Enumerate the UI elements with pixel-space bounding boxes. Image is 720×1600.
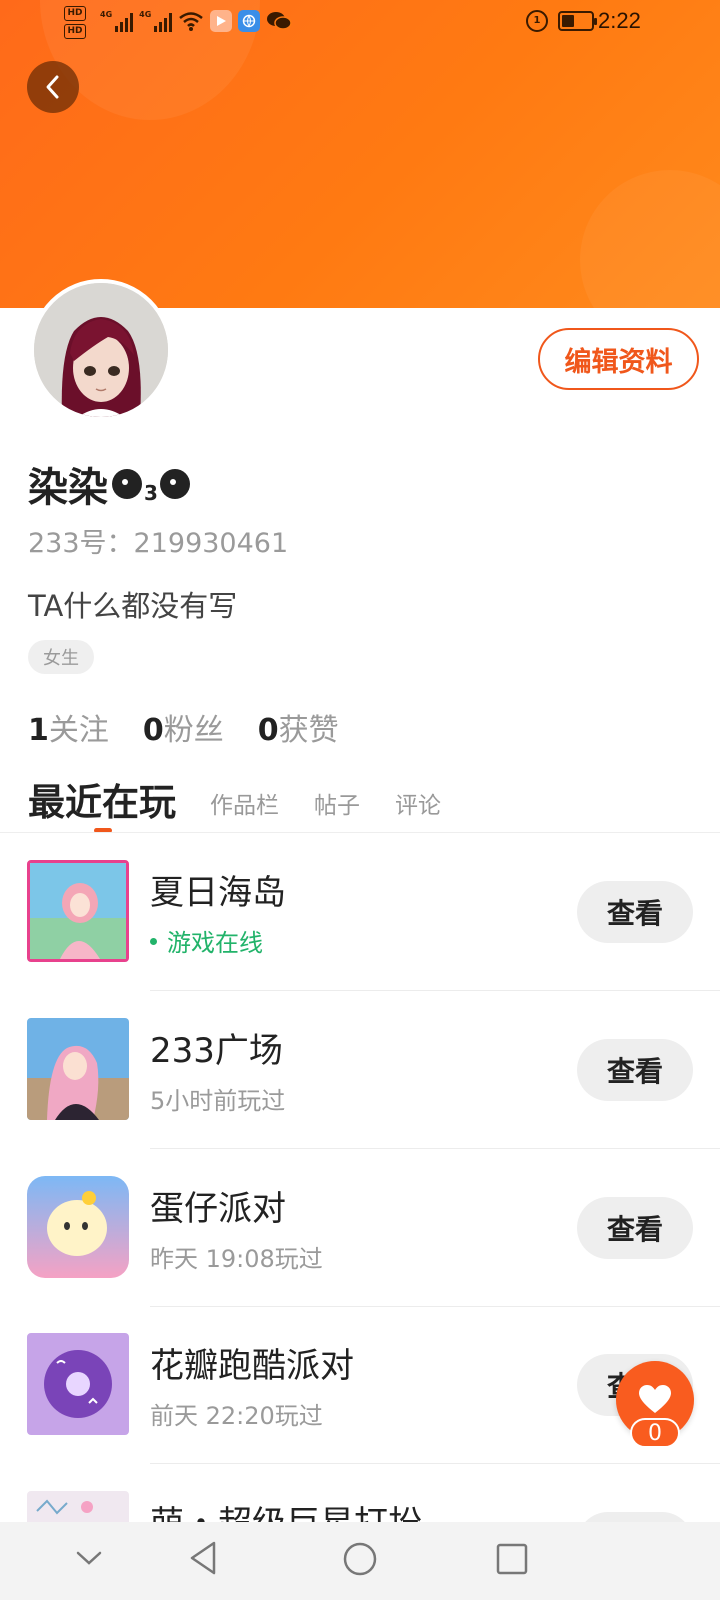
stat-likes[interactable]: 0获赞 — [258, 705, 339, 749]
tab-works[interactable]: 作品栏 — [210, 786, 279, 826]
hd-badge-2: HD — [64, 24, 86, 39]
status-bar: HD HD 4G 4G 1 2:22 — [0, 0, 720, 48]
back-triangle-icon[interactable] — [188, 1540, 218, 1576]
bio-text: TA什么都没有写 — [28, 589, 238, 623]
gender-tag: 女生 — [28, 640, 94, 674]
signal-icon: 4G — [100, 10, 134, 32]
chevron-down-icon[interactable] — [75, 1548, 103, 1568]
user-id: 233号：219930461 — [28, 528, 289, 559]
game-status: 5小时前玩过 — [150, 1087, 286, 1115]
list-item[interactable]: 萌・超级巨星打扮 查看 — [0, 1464, 720, 1522]
game-title: 花瓣跑酷派对 — [150, 1346, 354, 1386]
stat-following[interactable]: 1关注 — [28, 705, 109, 749]
game-status: 前天 22:20玩过 — [150, 1402, 323, 1430]
like-count-badge: 0 — [630, 1418, 680, 1448]
heart-icon — [639, 1385, 671, 1413]
back-button[interactable] — [27, 61, 79, 113]
battery-icon — [558, 11, 597, 31]
avatar[interactable] — [30, 279, 172, 421]
system-navigation-bar — [0, 1522, 720, 1600]
game-icon — [27, 1491, 129, 1522]
tab-recent-played[interactable]: 最近在玩 — [28, 772, 176, 833]
nickname: 染染 3 — [28, 455, 190, 513]
nickname-text: 染染 — [28, 465, 108, 511]
chevron-left-icon — [46, 75, 59, 99]
hd-indicator: HD HD — [64, 6, 94, 42]
profile-stats: 1关注 0粉丝 0获赞 — [28, 705, 339, 749]
tab-comments[interactable]: 评论 — [395, 786, 441, 826]
signal-icon: 4G — [139, 10, 173, 32]
avatar-illustration — [34, 283, 168, 417]
game-icon — [27, 860, 129, 962]
hd-badge-1: HD — [64, 6, 86, 21]
recents-square-icon[interactable] — [496, 1543, 528, 1575]
wechat-icon — [267, 12, 293, 30]
view-button[interactable]: 查看 — [577, 881, 693, 943]
tab-posts[interactable]: 帖子 — [314, 786, 360, 826]
list-item[interactable]: 233广场 5小时前玩过 查看 — [0, 991, 720, 1149]
nickname-emoticon: 3 — [112, 463, 190, 505]
game-status: 昨天 19:08玩过 — [150, 1245, 323, 1273]
game-title: 夏日海岛 — [150, 873, 286, 913]
game-icon — [27, 1333, 129, 1435]
stat-fans[interactable]: 0粉丝 — [143, 705, 224, 749]
banner-decoration — [580, 170, 720, 308]
browser-app-icon — [238, 10, 261, 32]
list-item[interactable]: 夏日海岛 游戏在线 查看 — [0, 833, 720, 991]
game-status: 游戏在线 — [150, 923, 263, 958]
game-title: 萌・超级巨星打扮 — [150, 1496, 422, 1522]
play-app-icon — [210, 10, 233, 32]
edit-profile-button[interactable]: 编辑资料 — [538, 328, 699, 390]
list-item[interactable]: 蛋仔派对 昨天 19:08玩过 查看 — [0, 1149, 720, 1307]
home-circle-icon[interactable] — [342, 1541, 378, 1577]
game-icon — [27, 1018, 129, 1120]
view-button[interactable]: 查看 — [577, 1512, 693, 1522]
game-icon — [27, 1176, 129, 1278]
clock: 2:22 — [598, 8, 641, 33]
game-title: 蛋仔派对 — [150, 1189, 286, 1229]
alarm-icon: 1 — [526, 10, 548, 32]
view-button[interactable]: 查看 — [577, 1039, 693, 1101]
online-dot-icon — [150, 937, 157, 945]
game-title: 233广场 — [150, 1031, 283, 1071]
view-button[interactable]: 查看 — [577, 1197, 693, 1259]
list-item[interactable]: 花瓣跑酷派对 前天 22:20玩过 查看 — [0, 1306, 720, 1464]
wifi-icon — [179, 12, 204, 31]
profile-header-banner: HD HD 4G 4G 1 2:22 — [0, 0, 720, 308]
profile-tabs: 最近在玩 作品栏 帖子 评论 — [28, 772, 476, 833]
